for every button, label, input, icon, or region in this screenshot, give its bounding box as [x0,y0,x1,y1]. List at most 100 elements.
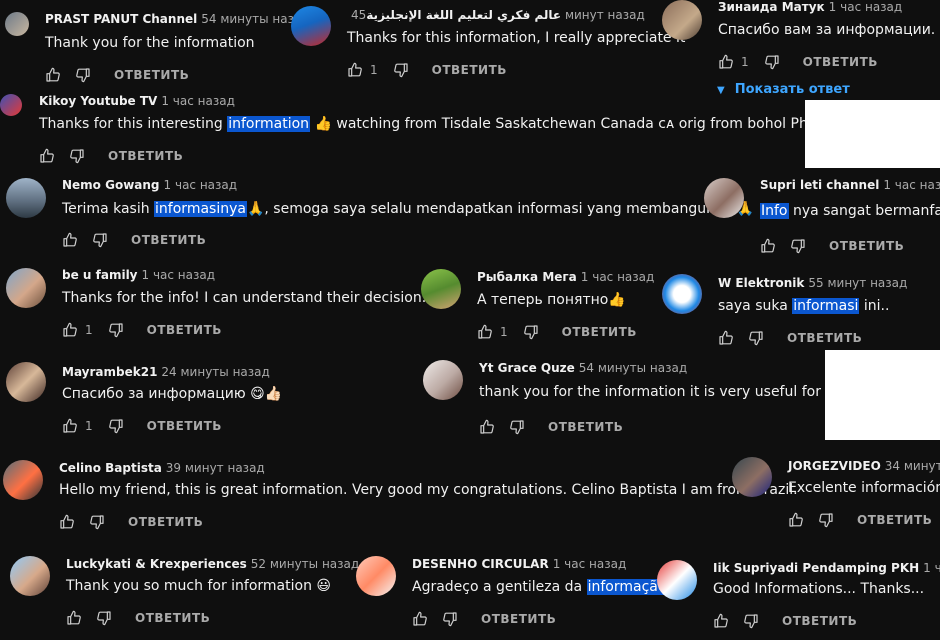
comment-timestamp[interactable]: 34 минуты [885,459,940,473]
comment-author[interactable]: Supri leti channel [760,178,879,192]
comment-author[interactable]: W Elektronik [718,276,804,290]
comment-timestamp[interactable]: 54 минуты назад [579,361,687,375]
avatar[interactable] [732,457,772,497]
avatar[interactable] [704,178,744,218]
comment-timestamp[interactable]: 1 час назад [883,178,940,192]
avatar[interactable] [657,560,697,600]
reply-button[interactable]: ОТВЕТИТЬ [787,331,862,345]
comment-timestamp[interactable]: 24 минуты назад [161,365,269,379]
comment-author[interactable]: Зинаида Матук [718,0,825,14]
avatar[interactable] [421,269,461,309]
comment-text: Good Informations... Thanks... [713,581,925,597]
like-icon[interactable] [44,66,62,84]
comment-timestamp[interactable]: 1 час назад [142,268,216,282]
avatar[interactable] [5,12,29,36]
show-replies-button[interactable]: ▼ Показать ответ [717,82,850,97]
dislike-icon[interactable] [763,53,781,71]
avatar[interactable] [356,556,396,596]
comment-author[interactable]: Mayrambek21 [62,365,157,379]
avatar[interactable] [291,6,331,46]
reply-button[interactable]: ОТВЕТИТЬ [131,233,206,247]
reply-button[interactable]: ОТВЕТИТЬ [108,149,183,163]
dislike-icon[interactable] [392,61,410,79]
comment-timestamp[interactable]: 1 час на [923,561,940,575]
comment-timestamp[interactable]: 1 час назад [553,557,627,571]
reply-button[interactable]: ОТВЕТИТЬ [147,323,222,337]
dislike-icon[interactable] [91,231,109,249]
dislike-icon[interactable] [742,612,760,630]
comment-author[interactable]: Nemo Gowang [62,178,160,192]
comment-author[interactable]: JORGEZVIDEO [788,459,881,473]
like-icon[interactable] [476,323,494,341]
reply-button[interactable]: ОТВЕТИТЬ [562,325,637,339]
like-icon[interactable] [65,609,83,627]
like-icon[interactable] [61,417,79,435]
comment-author[interactable]: Celino Baptista [59,461,162,475]
dislike-icon[interactable] [74,66,92,84]
comment-text: Terima kasih informasinya🙏, semoga saya … [62,201,755,217]
comment-author[interactable]: Kikoy Youtube TV [39,94,157,108]
reply-button[interactable]: ОТВЕТИТЬ [128,515,203,529]
like-count: 1 [370,63,378,77]
like-icon[interactable] [346,61,364,79]
reply-button[interactable]: ОТВЕТИТЬ [782,614,857,628]
like-icon[interactable] [61,231,79,249]
comment-text: Thank you for the information [45,35,255,51]
reply-button[interactable]: ОТВЕТИТЬ [481,612,556,626]
comment-author[interactable]: PRAST PANUT Channel [45,12,197,26]
dislike-icon[interactable] [522,323,540,341]
reply-button[interactable]: ОТВЕТИТЬ [114,68,189,82]
like-icon[interactable] [717,329,735,347]
comment-author[interactable]: be u family [62,268,138,282]
comment-text: Thanks for the info! I can understand th… [62,290,427,306]
like-icon[interactable] [717,53,735,71]
reply-button[interactable]: ОТВЕТИТЬ [135,611,210,625]
like-icon[interactable] [759,237,777,255]
like-icon[interactable] [38,147,56,165]
reply-button[interactable]: ОТВЕТИТЬ [829,239,904,253]
avatar[interactable] [662,274,702,314]
comment-timestamp[interactable]: 1 час назад [829,0,903,14]
comment-timestamp[interactable]: 55 минут назад [808,276,907,290]
avatar[interactable] [3,460,43,500]
comment-author[interactable]: DESENHO CIRCULAR [412,557,549,571]
dislike-icon[interactable] [441,610,459,628]
dislike-icon[interactable] [107,417,125,435]
like-icon[interactable] [411,610,429,628]
dislike-icon[interactable] [817,511,835,529]
avatar[interactable] [6,178,46,218]
comment-timestamp[interactable]: 1 час назад [164,178,238,192]
dislike-icon[interactable] [508,418,526,436]
dislike-icon[interactable] [88,513,106,531]
like-icon[interactable] [58,513,76,531]
reply-button[interactable]: ОТВЕТИТЬ [432,63,507,77]
dislike-icon[interactable] [68,147,86,165]
comment-timestamp[interactable]: 1 час назад [581,270,655,284]
dislike-icon[interactable] [95,609,113,627]
avatar[interactable] [10,556,50,596]
avatar[interactable] [6,268,46,308]
comment-author[interactable]: Yt Grace Quze [479,361,575,375]
avatar[interactable] [0,94,22,116]
reply-button[interactable]: ОТВЕТИТЬ [803,55,878,69]
like-icon[interactable] [61,321,79,339]
dislike-icon[interactable] [107,321,125,339]
comment-timestamp[interactable]: 39 минут назад [166,461,265,475]
reply-button[interactable]: ОТВЕТИТЬ [147,419,222,433]
avatar[interactable] [423,360,463,400]
like-icon[interactable] [712,612,730,630]
comment-timestamp[interactable]: 52 минуты назад [251,557,359,571]
dislike-icon[interactable] [747,329,765,347]
comment-timestamp[interactable]: 1 час назад [161,94,235,108]
avatar[interactable] [662,0,702,40]
like-icon[interactable] [787,511,805,529]
comment-author[interactable]: Iik Supriyadi Pendamping PKH [713,561,919,575]
reply-button[interactable]: ОТВЕТИТЬ [548,420,623,434]
comment-author[interactable]: Рыбалка Мега [477,270,577,284]
like-icon[interactable] [478,418,496,436]
comment-author[interactable]: Luckykati & Krexperiences [66,557,247,571]
comment-author[interactable]: عالم فكري لتعليم اللغة الإنجليزية [366,8,561,22]
dislike-icon[interactable] [789,237,807,255]
reply-button[interactable]: ОТВЕТИТЬ [857,513,932,527]
avatar[interactable] [6,362,46,402]
